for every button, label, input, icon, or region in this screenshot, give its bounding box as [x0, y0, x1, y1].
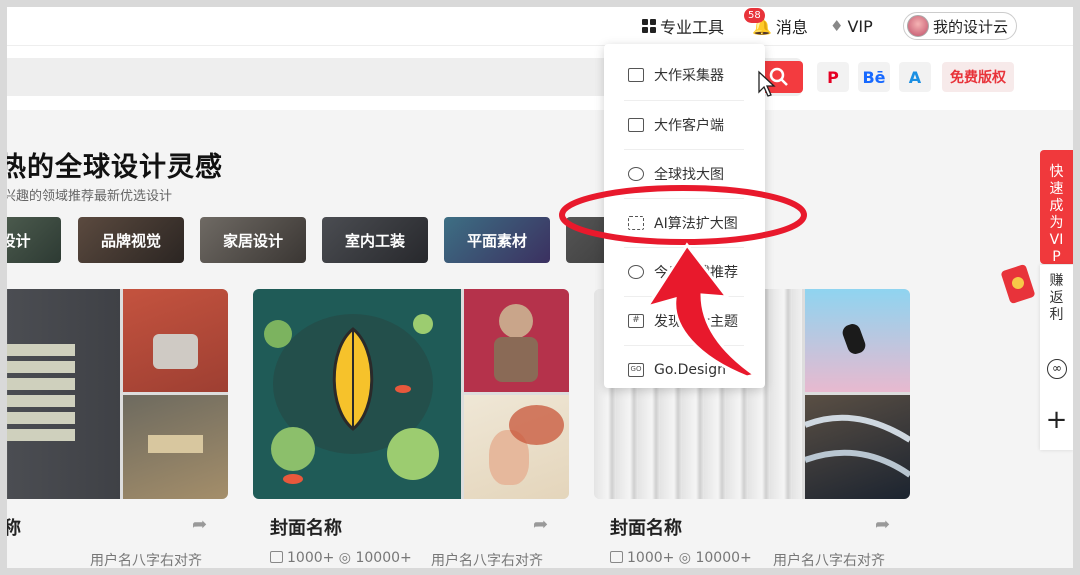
- cursor-icon: [758, 70, 776, 97]
- rebate-label: 赚返利: [1049, 273, 1064, 323]
- annotation-overlay: [559, 70, 807, 379]
- rebate-button[interactable]: 赚返利: [1040, 273, 1073, 324]
- highlight-ellipse: [559, 185, 807, 245]
- quick-vip-tab[interactable]: 快速成为VIP: [1040, 150, 1073, 265]
- quick-vip-label: 快速成为VIP: [1049, 164, 1064, 265]
- red-envelope-icon[interactable]: [997, 259, 1039, 309]
- arrow-annotation: [643, 242, 759, 379]
- plus-icon[interactable]: +: [1040, 405, 1073, 435]
- page-frame: 专业工具 🔔 消息 58 ♦ VIP 我的设计云 P Bē A 免费版权 热的全…: [7, 7, 1073, 568]
- side-toolbar: 赚返利 ∞ +: [1040, 265, 1073, 450]
- link-icon[interactable]: ∞: [1047, 359, 1067, 379]
